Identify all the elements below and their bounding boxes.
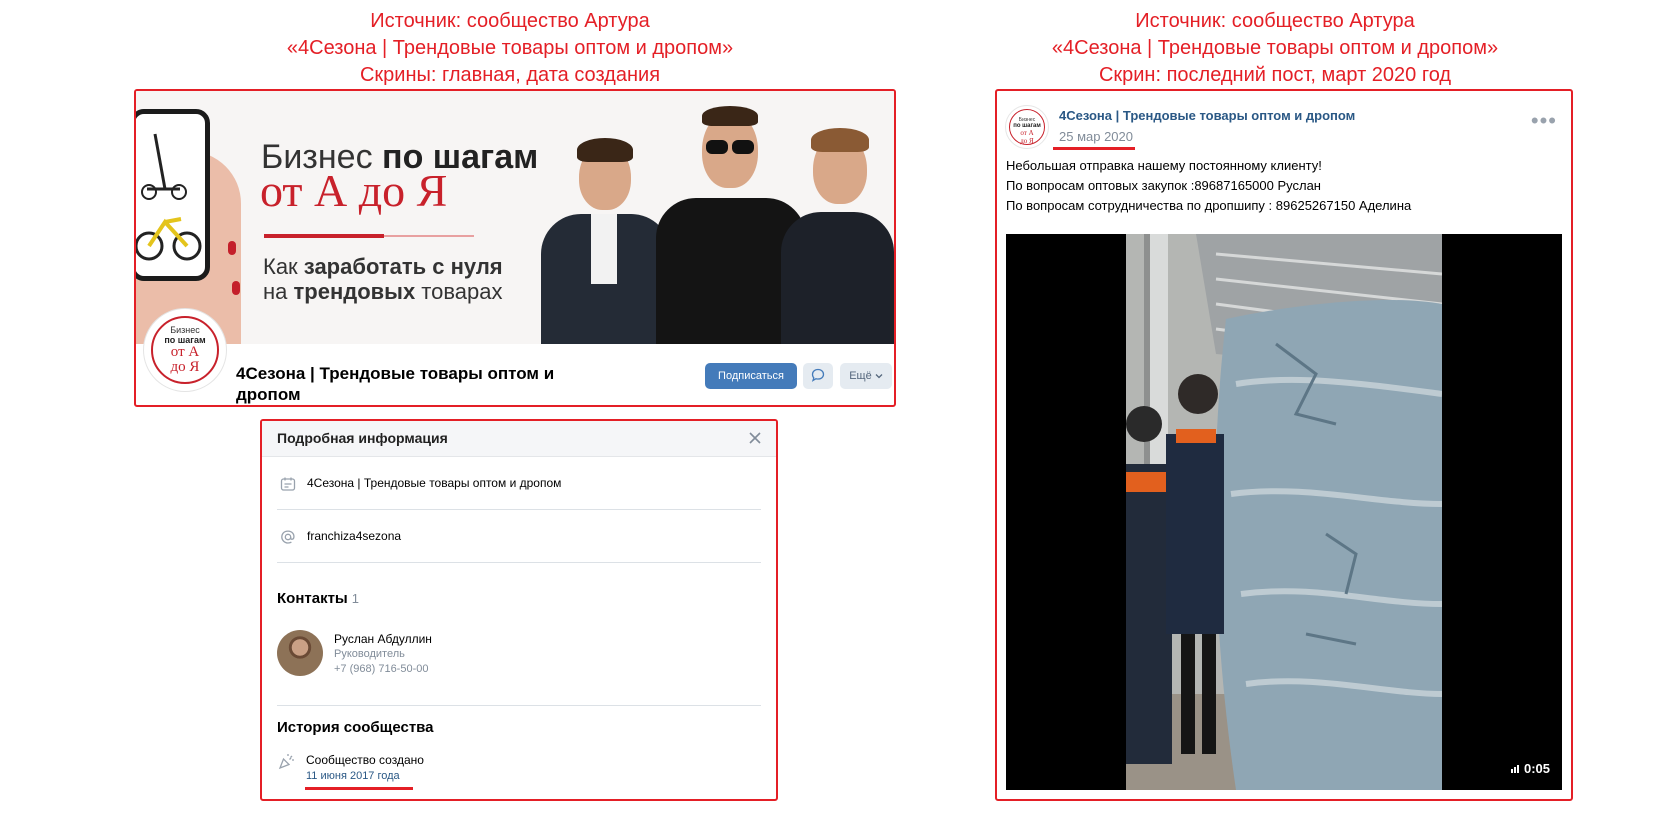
post-video-player[interactable]: 0:05 [1006, 234, 1562, 790]
community-header-screenshot: Бизнес по шагам от А до Я Как заработать… [134, 89, 896, 407]
more-dots-icon: ••• [1530, 108, 1557, 133]
avatar-text: от А [1020, 129, 1034, 137]
cover-image: Бизнес по шагам от А до Я Как заработать… [136, 91, 894, 344]
caption-line: Скрины: главная, дата создания [359, 64, 661, 86]
post-author-avatar[interactable]: Бизнес по шагам от А до Я [1005, 105, 1049, 149]
caption-line: «4Сезона | Трендовые товары оптом и дроп… [286, 37, 734, 59]
modal-header: Подробная информация [262, 421, 776, 457]
contact-name[interactable]: Руслан Абдуллин [334, 632, 432, 646]
caption-right: Источник: сообщество Артура «4Сезона | Т… [985, 8, 1565, 89]
post-text-line: По вопросам сотрудничества по дропшипу :… [1006, 198, 1412, 213]
avatar-text: от А [170, 344, 200, 360]
nail-decoration [232, 281, 240, 295]
contact-phone: +7 (968) 716-50-00 [334, 663, 429, 675]
person-photo-3 [781, 116, 894, 344]
info-row-description: 4Сезона | Трендовые товары оптом и дропо… [277, 458, 761, 510]
duration-text: 0:05 [1523, 761, 1550, 776]
person-photo-1 [541, 124, 671, 344]
message-button[interactable] [803, 363, 833, 389]
avatar-text: Бизнес [170, 325, 200, 335]
caption-line: «4Сезона | Трендовые товары оптом и дроп… [1051, 37, 1499, 59]
avatar-text: до Я [170, 359, 200, 375]
more-label: Ещё [849, 370, 872, 382]
avatar-text: до Я [1020, 137, 1034, 145]
contacts-heading: Контакты 1 [277, 590, 359, 607]
cover-subheadline: от А до Я [260, 165, 448, 216]
short-address[interactable]: franchiza4sezona [307, 529, 401, 543]
highlight-underline [305, 787, 413, 790]
caption-line: Источник: сообщество Артура [370, 10, 650, 32]
caption-line: Скрин: последний пост, март 2020 год [1098, 64, 1452, 86]
post-date[interactable]: 25 мар 2020 [1059, 129, 1133, 144]
caption-line: Источник: сообщество Артура [1135, 10, 1415, 32]
highlight-underline [1053, 147, 1135, 150]
close-button[interactable] [744, 427, 766, 449]
post-menu-button[interactable]: ••• [1531, 110, 1557, 132]
divider [277, 705, 761, 706]
modal-title: Подробная информация [277, 430, 448, 446]
description-icon [280, 477, 296, 491]
cover-divider-thin [384, 235, 474, 237]
community-info-modal: Подробная информация 4Сезона | Трендовые… [260, 419, 778, 801]
contact-role: Руководитель [334, 648, 405, 660]
subscribe-button[interactable]: Подписаться [705, 363, 797, 389]
info-row-address: franchiza4sezona [277, 511, 761, 563]
close-icon [749, 432, 761, 444]
contact-avatar[interactable] [277, 630, 323, 676]
post-text-line: Небольшая отправка нашему постоянному кл… [1006, 158, 1322, 173]
contacts-title: Контакты [277, 590, 348, 607]
chevron-down-icon [875, 374, 883, 379]
phone-illustration [136, 109, 210, 281]
video-scene [1126, 234, 1442, 790]
history-event: Сообщество создано [306, 753, 424, 767]
cover-tagline: Как заработать с нуля на трендовых товар… [263, 254, 503, 304]
video-duration: 0:05 [1510, 761, 1550, 776]
post-author-link[interactable]: 4Сезона | Трендовые товары оптом и дропо… [1059, 108, 1355, 123]
video-frame [1126, 234, 1442, 790]
confetti-icon [278, 754, 294, 770]
community-avatar[interactable]: Бизнес по шагам от А до Я [144, 309, 226, 391]
contacts-count: 1 [351, 591, 359, 606]
nail-decoration [228, 241, 236, 255]
chat-icon [811, 368, 825, 382]
at-icon [281, 530, 295, 544]
cover-divider [264, 234, 384, 238]
wall-post-screenshot: Бизнес по шагам от А до Я 4Сезона | Трен… [995, 89, 1573, 801]
history-date: 11 июня 2017 года [306, 770, 400, 782]
volume-icon [1511, 765, 1520, 773]
post-text-line: По вопросам оптовых закупок :89687165000… [1006, 178, 1321, 193]
description-text: 4Сезона | Трендовые товары оптом и дропо… [307, 476, 562, 490]
caption-left: Источник: сообщество Артура «4Сезона | Т… [140, 8, 880, 89]
more-button[interactable]: Ещё [840, 363, 892, 389]
community-name: 4Сезона | Трендовые товары оптом и дропо… [236, 364, 555, 404]
history-heading: История сообщества [277, 719, 434, 736]
